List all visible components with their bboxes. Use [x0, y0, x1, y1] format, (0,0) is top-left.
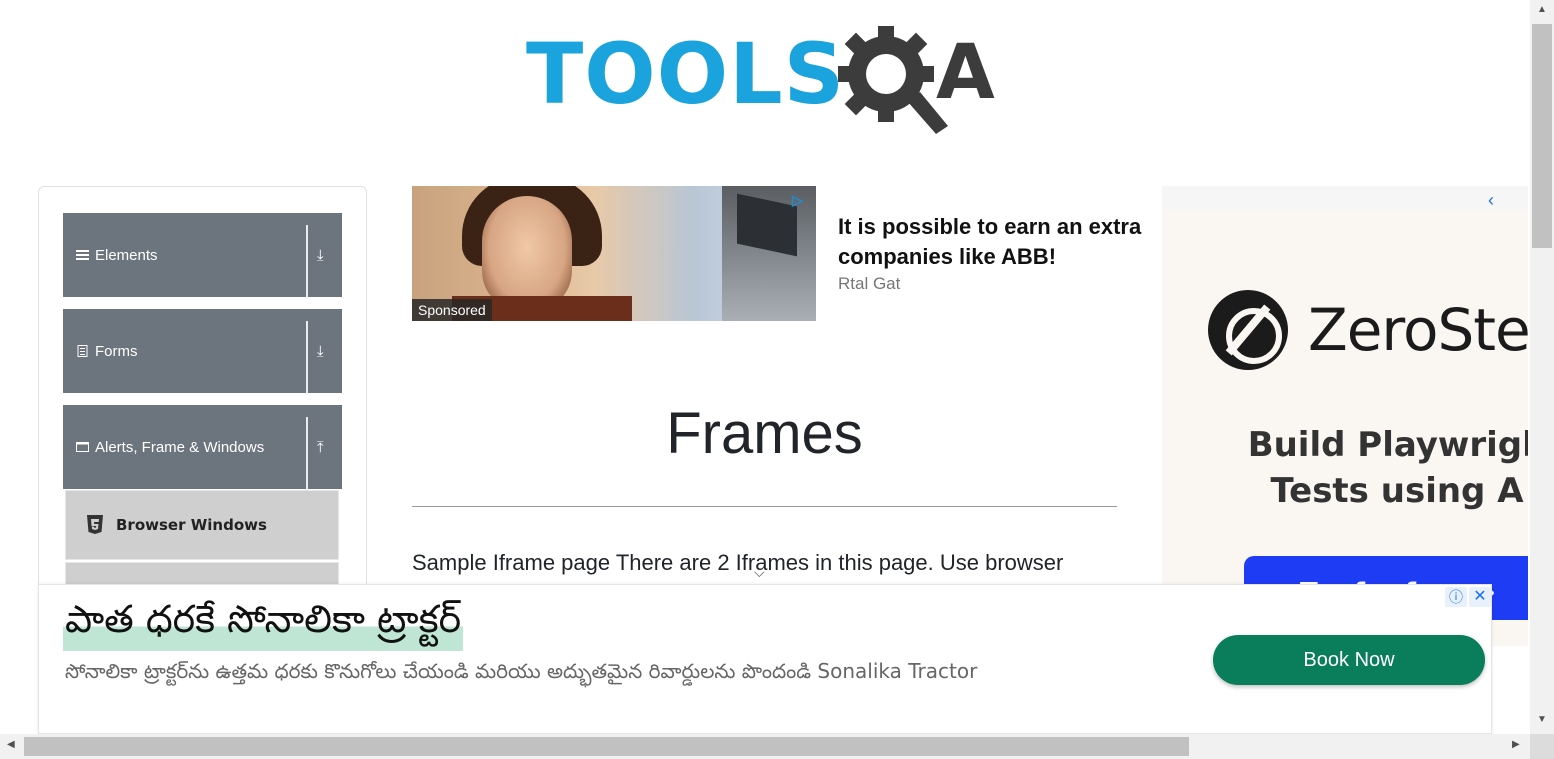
sponsored-tag: Sponsored: [412, 299, 492, 321]
scroll-down-icon[interactable]: ▼: [1537, 714, 1547, 725]
logo-text: TOOLS: [526, 25, 846, 123]
form-icon: [77, 345, 88, 357]
scroll-right-icon[interactable]: ▶: [1512, 739, 1520, 750]
ad-headline-line2: companies like ABB!: [838, 244, 1057, 269]
adchoices-icon[interactable]: ▷: [792, 192, 803, 209]
side-ad-tagline-line2: Tests using A: [1270, 471, 1524, 511]
expand-arrow-icon[interactable]: ⤓: [317, 309, 324, 393]
divider: [306, 225, 308, 297]
hamburger-icon: [76, 250, 89, 260]
html5-icon: [87, 515, 103, 534]
sidebar-item-browser-windows[interactable]: Browser Windows: [65, 490, 339, 560]
sidebar-group-label: Elements: [95, 246, 158, 264]
left-sidebar: Elements ⤓ Forms ⤓ Alerts, Frame & Windo…: [38, 186, 367, 606]
sidebar-group-forms[interactable]: Forms ⤓: [63, 309, 342, 393]
side-ad[interactable]: ‹ ZeroSte Build Playwrigh Tests using A …: [1162, 186, 1528, 646]
title-divider: [412, 506, 1117, 507]
close-icon[interactable]: ✕: [1469, 587, 1491, 607]
scroll-left-icon[interactable]: ◀: [7, 739, 15, 750]
zerostep-logo-icon: [1208, 290, 1288, 370]
ad-headline[interactable]: It is possible to earn an extra companie…: [838, 212, 1162, 272]
divider: [306, 321, 308, 393]
vertical-scrollbar[interactable]: ▲ ▼: [1530, 0, 1554, 734]
chevron-left-icon[interactable]: ‹: [1488, 190, 1494, 211]
mouse-cursor-icon: ⌵: [754, 564, 765, 580]
side-ad-tagline: Build Playwrigh Tests using A: [1162, 422, 1528, 514]
frames-description: Sample Iframe page There are 2 Iframes i…: [412, 550, 1064, 575]
sidebar-group-label: Alerts, Frame & Windows: [95, 438, 265, 456]
collapse-arrow-icon[interactable]: ⤒: [317, 405, 324, 489]
scroll-up-icon[interactable]: ▲: [1537, 4, 1547, 15]
book-now-button[interactable]: Book Now: [1213, 635, 1485, 685]
bottom-ad-banner[interactable]: పాత ధరకే సోనాలికా ట్రాక్టర్ సోనాలికా ట్ర…: [38, 584, 1492, 734]
horizontal-scroll-thumb[interactable]: [24, 737, 1189, 756]
scrollbar-corner: [1530, 734, 1554, 759]
window-icon: [76, 442, 89, 452]
sponsored-ad-card[interactable]: Sponsored ▷ It is possible to earn an ex…: [412, 186, 1162, 322]
vertical-scroll-thumb[interactable]: [1532, 24, 1552, 248]
horizontal-scrollbar[interactable]: ◀ ▶: [0, 734, 1530, 759]
expand-arrow-icon[interactable]: ⤓: [317, 213, 324, 297]
info-icon[interactable]: ⓘ: [1445, 587, 1467, 607]
ad-image[interactable]: Sponsored ▷: [412, 186, 816, 321]
side-ad-brand: ZeroSte: [1308, 296, 1528, 364]
bottom-ad-description: సోనాలికా ట్రాక్టర్‌ను ఉత్తమ ధరకు కొనుగోల…: [65, 659, 978, 683]
ad-source[interactable]: Rtal Gat: [838, 274, 900, 294]
sidebar-group-elements[interactable]: Elements ⤓: [63, 213, 342, 297]
sidebar-item-label: Browser Windows: [116, 516, 267, 534]
sidebar-group-alerts[interactable]: Alerts, Frame & Windows ⤒: [63, 405, 342, 489]
side-ad-tagline-line1: Build Playwrigh: [1247, 425, 1528, 465]
ad-headline-line1: It is possible to earn an extra: [838, 214, 1142, 239]
sidebar-group-label: Forms: [95, 342, 138, 360]
side-ad-content[interactable]: ZeroSte Build Playwrigh Tests using A Tr…: [1162, 210, 1528, 646]
toolsqa-logo[interactable]: TOOLS A: [524, 22, 1014, 137]
divider: [306, 417, 308, 489]
ad-image-face: [482, 196, 572, 311]
page-title: Frames: [666, 401, 863, 466]
logo-a: A: [936, 27, 995, 116]
page: TOOLS A Elements ⤓ Forms ⤓ Alerts, Frame…: [0, 0, 1554, 759]
bottom-ad-headline[interactable]: పాత ధరకే సోనాలికా ట్రాక్టర్: [63, 597, 464, 651]
